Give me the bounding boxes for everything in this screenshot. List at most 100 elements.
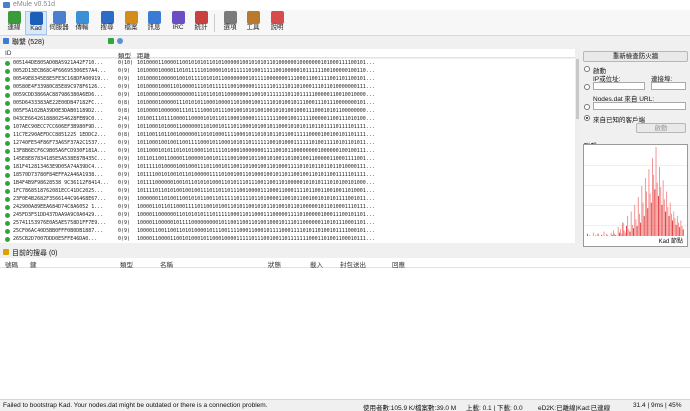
table-row[interactable]: 0059CDD3866AC887986380A6ED6... 0(9) 101000… — [0, 91, 575, 99]
status-bar: Failed to bootstrap Kad. Your nodes.dat … — [0, 399, 690, 411]
searches-list[interactable] — [0, 268, 690, 399]
table-row[interactable]: 25741153976E0A5AE5758D1FF7E9... 0(9) 10000… — [0, 219, 575, 227]
table-row[interactable]: 23F0E4B2682F3566144C96468E67... 0(9) 10000… — [0, 195, 575, 203]
contact-id: 12740FE54F86F73A65F37A2C1537... — [13, 140, 107, 146]
toolbar-button-options[interactable]: 選項 — [219, 11, 241, 35]
ip-radio[interactable] — [584, 84, 590, 90]
toolbar-button-statistics[interactable]: 統計 — [190, 11, 212, 35]
graph-bar — [620, 229, 621, 236]
graph-bar — [646, 191, 647, 236]
contact-status-icon — [5, 101, 10, 106]
contact-type: 0(8) — [118, 132, 131, 138]
status-users: 使用者數:105.9 K/檔案數:39.0 M — [363, 405, 457, 411]
graph-bar — [662, 180, 664, 236]
shared-files-icon — [124, 11, 138, 24]
table-row[interactable]: 00549E8345E8E5FE3C168DFA00919... 0(9) 1010… — [0, 75, 575, 83]
toolbar-button-search[interactable]: 搜尋 — [96, 11, 118, 35]
contact-type: 2(4) — [118, 116, 131, 122]
ip-input[interactable] — [593, 82, 645, 90]
contact-distance: 1000011001100110101000010111001111000110… — [137, 228, 375, 234]
graph-bar — [633, 228, 634, 236]
table-row[interactable]: 005F5A102BA39D0E3DAB01189D2... 0(8) 101000… — [0, 107, 575, 115]
table-row[interactable]: 1FC7868518762081ECC41DC2025... 0(9) 101111… — [0, 187, 575, 195]
table-row[interactable]: 13F8B6ECF6C9B05A6FCD930F181A... 0(9) 10110… — [0, 147, 575, 155]
contacts-scrollbar[interactable] — [575, 49, 580, 243]
table-row[interactable]: 005D6433383AE22E00DB47182FC... 0(8) 101000… — [0, 99, 575, 107]
table-row[interactable]: 245FD3F51DD437DAA9A9C0A0429... 0(9) 100001… — [0, 211, 575, 219]
contact-id: 245FD3F51DD437DAA9A9C0A0429... — [13, 212, 104, 218]
recheck-firewall-button[interactable]: 重新檢查防火牆 — [583, 51, 688, 62]
contacts-list-view-icon[interactable] — [108, 38, 114, 44]
toolbar-button-tools[interactable]: 工具 — [242, 11, 264, 35]
graph-bar — [652, 158, 653, 236]
contact-distance: 1010000100000100101111010101100000000101… — [137, 76, 375, 82]
table-row[interactable]: 1B4F4B9F98628538 9C36112F8414... 0(9) 1011… — [0, 179, 575, 187]
graph-bar — [587, 233, 588, 236]
toolbar-button-servers[interactable]: 伺服器 — [48, 11, 70, 35]
table-row[interactable]: 18570D73780F84EFFA2A46A1938... 0(9) 101111… — [0, 171, 575, 179]
status-transfer: 上載: 0.1 | 下載: 0.0 — [466, 405, 523, 411]
graph-bar — [672, 220, 673, 236]
table-row[interactable]: 005144DE805AD0BA5921A42F710... 0(10) 10100… — [0, 59, 575, 67]
graph-bar — [624, 232, 626, 236]
contact-type: 0(9) — [118, 92, 131, 98]
contact-id: 145E8E87834185E5A538E87B435C... — [13, 156, 107, 162]
contact-id: 043CE6642618880254628FEB9C0... — [13, 116, 104, 122]
table-row[interactable]: 11C7E290AEFDCC8851225 1EDDC2... 0(8) 10110… — [0, 131, 575, 139]
graph-bar — [617, 227, 619, 236]
table-row[interactable]: 043CE6642618880254628FEB9C0... 2(4) 101001… — [0, 115, 575, 123]
toolbar-button-transfers[interactable]: 傳輸 — [71, 11, 93, 35]
graph-bar — [605, 233, 607, 236]
table-row[interactable]: 242900A89EEA684D74C8A6052 1... 0(9) 100001… — [0, 203, 575, 211]
toolbar-button-label: IRC — [172, 24, 184, 31]
contact-status-icon — [5, 237, 10, 242]
contact-distance: 1011111010000100100011101100101100110100… — [137, 164, 375, 170]
table-row[interactable]: 00580E4F33980C85E89C978F6126... 0(9) 10100… — [0, 83, 575, 91]
graph-bar — [673, 211, 675, 236]
known-clients-radio[interactable] — [584, 115, 590, 121]
graph-bar — [670, 213, 672, 236]
contact-distance: 1000011011011000111101100101001101011001… — [137, 204, 375, 210]
graph-bar — [611, 234, 613, 236]
graph-bar — [648, 169, 650, 236]
contact-status-icon — [5, 221, 10, 226]
graph-legend: Kad 節點 — [658, 239, 683, 245]
contact-type: 0(9) — [118, 204, 131, 210]
contact-id: 1FC7868518762081ECC41DC2025... — [13, 188, 104, 194]
table-row[interactable]: 107AEC90ECC7CC606EF3B980F9D... 0(9) 101100… — [0, 123, 575, 131]
contact-status-icon — [5, 77, 10, 82]
graph-bar — [647, 208, 649, 236]
toolbar-button-shared-files[interactable]: 檔案 — [120, 11, 142, 35]
table-row[interactable]: 12740FE54F86F73A65F37A2C1537... 0(9) 10110… — [0, 139, 575, 147]
contact-type: 0(9) — [118, 172, 131, 178]
table-row[interactable]: 0052D13ECB68C4F66695306E57A4... 0(9) 10100… — [0, 67, 575, 75]
graph-bar — [668, 215, 670, 236]
contact-type: 0(9) — [118, 212, 131, 218]
nodes-url-input[interactable] — [593, 102, 686, 110]
table-row[interactable]: 25CF06AC40D5BB0FFF0B0DB1887... 0(9) 100001… — [0, 227, 575, 235]
table-row[interactable]: 145E8E87834185E5A538E87B435C... 0(9) 10110… — [0, 155, 575, 163]
graph-bar — [678, 222, 679, 236]
toolbar-button-irc[interactable]: IRC — [167, 11, 189, 35]
toolbar-button-kad[interactable]: Kad — [25, 11, 47, 35]
table-row[interactable]: 181F412813463E9D05A74A39DC4... 0(9) 101111… — [0, 163, 575, 171]
toolbar-button-messages[interactable]: 訊息 — [143, 11, 165, 35]
graph-bar — [675, 224, 677, 236]
contact-type: 0(8) — [118, 108, 131, 114]
contact-id: 00549E8345E8E5FE3C168DFA00919... — [13, 76, 108, 82]
scrollbar-thumb[interactable] — [576, 59, 579, 119]
contacts-graph-view-icon[interactable] — [117, 38, 123, 44]
graph-bar — [657, 195, 659, 236]
toolbar-button-connect[interactable]: 連線 — [3, 11, 25, 35]
toolbar-button-label: 工具 — [246, 24, 260, 31]
bootstrap-radio[interactable] — [584, 66, 590, 72]
table-row[interactable]: 265CB2D7007DDD0E5FFE46DA0... 0(9) 10000110… — [0, 235, 575, 243]
nodes-url-radio[interactable] — [584, 104, 590, 110]
toolbar-button-help[interactable]: 說明 — [266, 11, 288, 35]
graph-bar — [601, 234, 603, 236]
column-id[interactable]: ID — [5, 50, 12, 57]
bootstrap-button[interactable]: 啟動 — [636, 123, 686, 133]
contact-distance: 1010000100000000000111011010110000000110… — [137, 92, 375, 98]
port-input[interactable] — [651, 82, 686, 90]
contacts-list[interactable]: 005144DE805AD0BA5921A42F710... 0(10) 10100… — [0, 59, 575, 243]
